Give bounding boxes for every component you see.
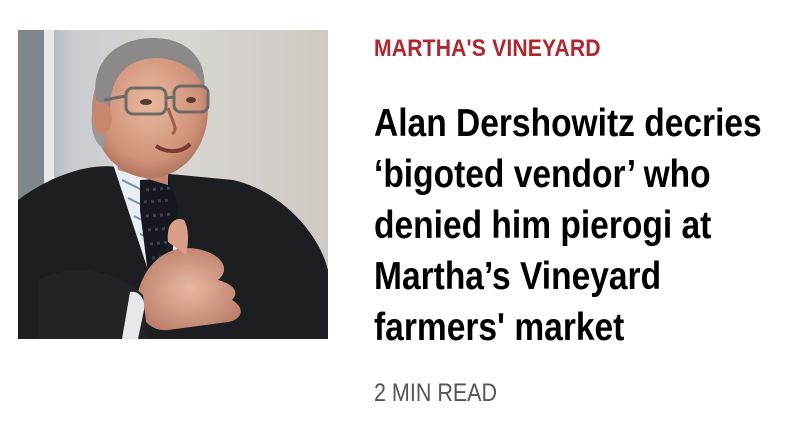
article-card: MARTHA'S VINEYARD Alan Dershowitz decrie… xyxy=(0,0,797,429)
article-headline[interactable]: Alan Dershowitz decries ‘bigoted vendor’… xyxy=(374,98,778,353)
section-kicker-link[interactable]: MARTHA'S VINEYARD xyxy=(374,34,601,64)
read-time-label: 2 MIN READ xyxy=(374,379,498,407)
article-text: MARTHA'S VINEYARD Alan Dershowitz decrie… xyxy=(374,34,784,353)
article-thumbnail[interactable] xyxy=(18,30,328,339)
portrait-photo xyxy=(18,30,328,339)
